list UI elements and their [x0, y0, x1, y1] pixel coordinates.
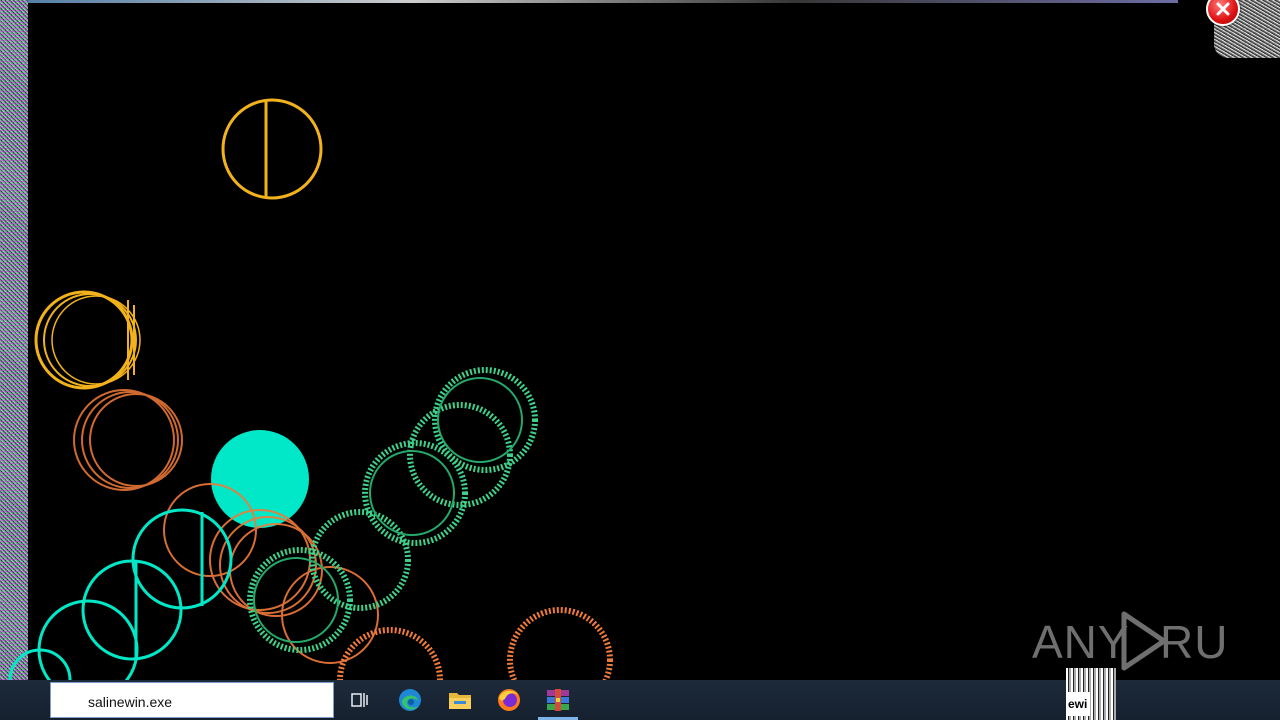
firefox-button[interactable]: [495, 686, 523, 714]
edge-button[interactable]: [396, 686, 424, 714]
winrar-icon: [547, 689, 569, 711]
winrar-button[interactable]: [544, 686, 572, 714]
teal-rings: [8, 508, 233, 680]
orange-rings-bottom: [337, 607, 613, 680]
file-explorer-button[interactable]: [446, 686, 474, 714]
anyrun-watermark: ANY RUN: [1032, 611, 1232, 671]
task-view-button[interactable]: [346, 686, 374, 714]
orange-ring-left: [73, 389, 183, 491]
tray-text-fragment: ewi: [1068, 692, 1090, 716]
file-explorer-icon: [449, 693, 471, 709]
firefox-icon: [498, 689, 520, 711]
watermark-left: ANY: [1032, 616, 1130, 668]
desktop-screen: ANY RUN salinewin.exe: [0, 0, 1280, 720]
yellow-ring: [221, 98, 323, 200]
watermark-right: RUN: [1160, 616, 1232, 668]
yellow-ring-left: [34, 290, 141, 390]
teal-solid-circle: [211, 430, 309, 528]
search-input-text: salinewin.exe: [88, 694, 173, 710]
task-view-icon: [351, 693, 368, 707]
play-icon: [1121, 611, 1167, 671]
search-input[interactable]: salinewin.exe: [50, 682, 334, 718]
glitch-circles-art: [8, 98, 613, 680]
edge-icon: [399, 689, 421, 711]
